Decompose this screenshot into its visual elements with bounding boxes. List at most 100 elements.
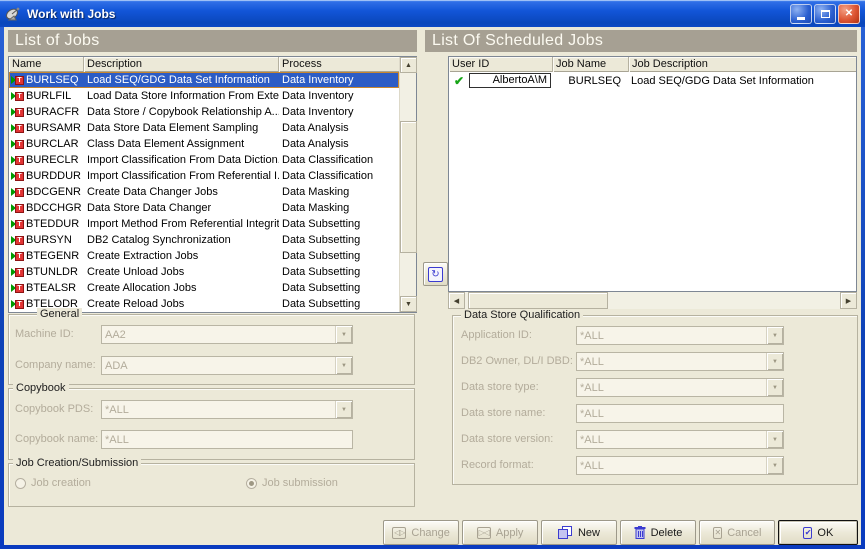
- red-t-icon: T: [15, 108, 24, 117]
- check-icon: ✔: [449, 74, 469, 88]
- scroll-down-button[interactable]: ▼: [400, 296, 417, 312]
- record-format-label: Record format:: [461, 459, 534, 471]
- window: Work with Jobs ✕ List of Jobs List Of Sc…: [0, 0, 865, 549]
- transfer-job-button[interactable]: ↻: [423, 262, 448, 286]
- delete-button[interactable]: Delete: [620, 520, 696, 545]
- job-type-icon: T: [9, 76, 26, 85]
- company-name-label: Company name:: [15, 359, 96, 371]
- table-row[interactable]: TBURACFRData Store / Copybook Relationsh…: [9, 104, 399, 120]
- scheduled-job-name-cell: BURLSEQ: [551, 75, 625, 87]
- scroll-up-button[interactable]: ▲: [400, 57, 417, 73]
- table-row[interactable]: TBURSAMRData Store Data Element Sampling…: [9, 120, 399, 136]
- job-type-icon: T: [9, 188, 26, 197]
- cancel-icon: ✕: [713, 527, 723, 539]
- table-row[interactable]: TBURLSEQLoad SEQ/GDG Data Set Informatio…: [9, 72, 399, 88]
- radio-job-creation: Job creation: [15, 477, 91, 489]
- data-store-qualification-group: Data Store Qualification Application ID:…: [452, 315, 858, 485]
- ok-button[interactable]: ✔OK: [778, 520, 858, 545]
- button-label: Delete: [651, 527, 683, 539]
- field-row: Data store type:*ALL▼: [453, 378, 857, 398]
- scroll-right-button[interactable]: ▶: [840, 292, 857, 309]
- table-row[interactable]: TBURLFILLoad Data Store Information From…: [9, 88, 399, 104]
- red-t-icon: T: [15, 300, 24, 309]
- data-store-type-label: Data store type:: [461, 381, 539, 393]
- table-row[interactable]: TBDCGENRCreate Data Changer JobsData Mas…: [9, 184, 399, 200]
- table-row[interactable]: TBTEDDURImport Method From Referential I…: [9, 216, 399, 232]
- combo-value: *ALL: [577, 330, 766, 342]
- scheduled-row[interactable]: ✔AlbertoA\MBURLSEQLoad SEQ/GDG Data Set …: [449, 72, 856, 89]
- scroll-left-button[interactable]: ◀: [448, 292, 465, 309]
- red-t-icon: T: [15, 220, 24, 229]
- user-id-cell[interactable]: AlbertoA\M: [469, 73, 551, 88]
- db2-owner-dl-i-dbd-label: DB2 Owner, DL/I DBD:: [461, 355, 573, 367]
- right-panel-header: List Of Scheduled Jobs: [425, 30, 857, 52]
- horizontal-scrollbar-thumb[interactable]: [468, 292, 608, 309]
- table-row[interactable]: TBTEGENRCreate Extraction JobsData Subse…: [9, 248, 399, 264]
- jobs-vertical-scrollbar[interactable]: ▲ ▼: [399, 57, 416, 312]
- combo-arrow-icon: ▼: [766, 431, 783, 448]
- qualification-group-title: Data Store Qualification: [461, 309, 583, 321]
- table-row[interactable]: TBDCCHGRData Store Data ChangerData Mask…: [9, 200, 399, 216]
- satellite-dish-icon: [5, 6, 23, 22]
- job-process-cell: Data Analysis: [279, 122, 399, 134]
- job-description-cell: Import Method From Referential Integrity: [84, 218, 279, 230]
- red-t-icon: T: [15, 124, 24, 133]
- job-description-cell: Data Store Data Changer: [84, 202, 279, 214]
- radio-label: Job submission: [262, 477, 338, 489]
- column-header-process[interactable]: Process: [279, 57, 399, 72]
- field-row: Application ID: *ALL▼: [453, 326, 857, 346]
- job-process-cell: Data Subsetting: [279, 266, 399, 278]
- job-creation-group-title: Job Creation/Submission: [13, 457, 141, 469]
- column-header-name[interactable]: Name: [9, 57, 84, 72]
- maximize-button[interactable]: [814, 4, 836, 24]
- transfer-icon: ↻: [428, 267, 443, 282]
- button-label: Cancel: [727, 527, 761, 539]
- record-format-combo: *ALL▼: [576, 456, 784, 475]
- cancel-button: ✕ Cancel: [699, 520, 775, 545]
- application-id-label: Application ID:: [461, 329, 532, 341]
- job-type-icon: T: [9, 300, 26, 309]
- red-t-icon: T: [15, 172, 24, 181]
- job-name-cell: BURLFIL: [26, 90, 84, 102]
- table-row[interactable]: TBURECLRImport Classification From Data …: [9, 152, 399, 168]
- job-name-cell: BTUNLDR: [26, 266, 84, 278]
- combo-arrow-icon: ▼: [335, 357, 352, 374]
- table-row[interactable]: TBTEALSRCreate Allocation JobsData Subse…: [9, 280, 399, 296]
- minimize-button[interactable]: [790, 4, 812, 24]
- combo-value: AA2: [102, 329, 335, 341]
- column-header-job-name[interactable]: Job Name: [553, 57, 629, 72]
- button-label: Change: [411, 527, 450, 539]
- scheduled-table-body: ✔AlbertoA\MBURLSEQLoad SEQ/GDG Data Set …: [449, 72, 856, 89]
- vertical-scrollbar-thumb[interactable]: [400, 121, 417, 253]
- job-process-cell: Data Masking: [279, 186, 399, 198]
- job-description-cell: DB2 Catalog Synchronization: [84, 234, 279, 246]
- data-store-version-combo: *ALL▼: [576, 430, 784, 449]
- jobs-table-body: TBURLSEQLoad SEQ/GDG Data Set Informatio…: [9, 72, 399, 312]
- table-row[interactable]: TBURDDURImport Classification From Refer…: [9, 168, 399, 184]
- application-id-combo: *ALL▼: [576, 326, 784, 345]
- job-type-icon: T: [9, 220, 26, 229]
- job-process-cell: Data Inventory: [279, 106, 399, 118]
- combo-value: ADA: [102, 360, 335, 372]
- title-bar: Work with Jobs ✕: [0, 0, 865, 27]
- job-process-cell: Data Inventory: [279, 74, 399, 86]
- field-row: Copybook name:*ALL: [9, 430, 414, 450]
- red-t-icon: T: [15, 140, 24, 149]
- new-button[interactable]: New: [541, 520, 617, 545]
- close-button[interactable]: ✕: [838, 4, 860, 24]
- job-process-cell: Data Subsetting: [279, 218, 399, 230]
- column-header-user-id[interactable]: User ID: [449, 57, 553, 72]
- scheduled-horizontal-scrollbar[interactable]: ◀ ▶: [448, 292, 857, 309]
- column-header-description[interactable]: Description: [84, 57, 279, 72]
- table-row[interactable]: TBURCLARClass Data Element AssignmentDat…: [9, 136, 399, 152]
- company-name-combo: ADA▼: [101, 356, 353, 375]
- action-button-row: ◁▷Change▷◁ApplyNewDelete✕Cancel✔OK: [383, 520, 861, 545]
- copybook-pds-combo: *ALL▼: [101, 400, 353, 419]
- table-row[interactable]: TBTUNLDRCreate Unload JobsData Subsettin…: [9, 264, 399, 280]
- column-header-job-description[interactable]: Job Description: [629, 57, 856, 72]
- copybook-name-input: *ALL: [101, 430, 353, 449]
- combo-arrow-icon: ▼: [766, 379, 783, 396]
- table-row[interactable]: TBURSYNDB2 Catalog SynchronizationData S…: [9, 232, 399, 248]
- combo-arrow-icon: ▼: [766, 327, 783, 344]
- field-row: Machine ID:AA2▼: [9, 325, 414, 345]
